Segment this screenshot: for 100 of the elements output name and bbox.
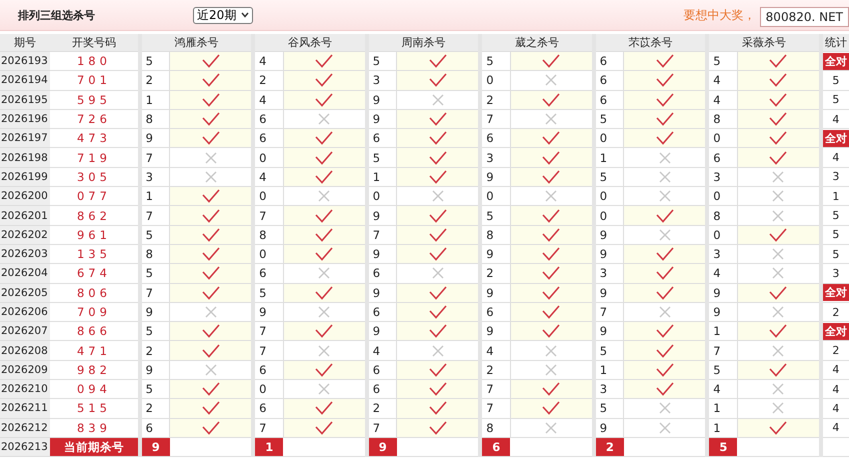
kill-number-cell: 1 (707, 322, 738, 341)
draw-number-cell: 595 (50, 90, 140, 110)
stat-value: 4 (831, 151, 840, 164)
period-cell: 2026201 (0, 206, 50, 226)
draw-number-cell: 094 (50, 380, 140, 399)
site-badge: 800820. NET (760, 7, 849, 27)
kill-number-cell: 6 (253, 360, 284, 380)
column-header: 开奖号码 (50, 34, 140, 52)
draw-number-cell: 709 (50, 302, 140, 322)
period-cell: 2026193 (0, 52, 50, 71)
period-cell: 2026194 (0, 70, 50, 90)
kill-number-cell: 9 (707, 302, 738, 322)
kill-number-cell: 2 (480, 360, 510, 380)
slogan-text: 要想中大奖， (684, 6, 756, 24)
period-cell: 2026196 (0, 109, 50, 129)
stat-value: 2 (831, 344, 840, 358)
kill-number-cell: 7 (253, 206, 284, 226)
page-title: 排列三组选杀号 (18, 8, 96, 22)
kill-number-cell: 9 (480, 322, 510, 341)
period-cell: 2026211 (0, 398, 50, 418)
kill-number-cell: 6 (253, 398, 284, 418)
kill-number-cell: 4 (707, 380, 738, 399)
column-header: 谷风杀号 (253, 34, 367, 52)
kill-number-cell: 9 (707, 283, 738, 302)
period-cell: 2026197 (0, 128, 50, 148)
kill-number-cell: 0 (253, 380, 284, 399)
kill-number-cell: 9 (480, 283, 510, 302)
draw-number-cell: 674 (50, 264, 140, 284)
kill-number-cell: 8 (480, 418, 510, 438)
draw-number-cell: 305 (50, 167, 140, 187)
kill-number-cell: 0 (253, 186, 284, 206)
column-header: 采薇杀号 (707, 34, 821, 52)
draw-number-cell: 726 (50, 109, 140, 129)
draw-number-cell: 866 (50, 322, 140, 341)
stat-value: 5 (831, 209, 840, 222)
stat-value: 4 (831, 421, 840, 434)
stat-value: 5 (831, 93, 840, 106)
period-cell: 2026207 (0, 322, 50, 341)
kill-number-cell: 7 (253, 418, 284, 438)
period-cell: 2026198 (0, 148, 50, 168)
kill-number-cell: 4 (253, 52, 284, 71)
kill-number-cell: 4 (480, 340, 510, 360)
stat-value: 4 (831, 402, 840, 415)
kill-number-cell: 0 (253, 244, 284, 264)
period-cell: 2026203 (0, 244, 50, 264)
range-select[interactable]: 近20期 (193, 6, 253, 24)
kill-number-cell: 4 (707, 90, 738, 110)
period-cell: 2026206 (0, 302, 50, 322)
period-cell: 2026213 (0, 437, 50, 457)
stat-value: 1 (831, 190, 840, 203)
kill-number-cell: 9 (253, 302, 284, 322)
kill-number-cell: 6 (707, 148, 738, 168)
stat-value: 5 (831, 228, 840, 242)
kill-number-cell: 7 (480, 398, 510, 418)
period-cell: 2026200 (0, 186, 50, 206)
stat-value: 4 (831, 112, 840, 126)
kill-number-cell: 8 (707, 109, 738, 129)
period-cell: 2026210 (0, 380, 50, 399)
stat-value: 5 (831, 248, 840, 261)
stat-value: 全对 (822, 322, 849, 340)
period-cell: 2026208 (0, 340, 50, 360)
stat-value: 3 (831, 170, 840, 184)
draw-number-cell: 471 (50, 340, 140, 360)
kill-number-cell: 1 (707, 398, 738, 418)
draw-number-cell: 701 (50, 70, 140, 90)
kill-number-cell: 9 (480, 244, 510, 264)
kill-number-cell: 0 (707, 186, 738, 206)
period-cell: 2026209 (0, 360, 50, 380)
period-cell: 2026202 (0, 225, 50, 244)
stat-value: 3 (831, 266, 840, 280)
kill-number-cell: 2 (253, 70, 284, 90)
period-cell: 2026204 (0, 264, 50, 284)
column-header: 周南杀号 (366, 34, 480, 52)
kill-number-cell: 4 (707, 70, 738, 90)
caret-icon (241, 12, 249, 18)
kill-number-cell: 5 (480, 206, 510, 226)
kill-number-cell: 3 (707, 167, 738, 187)
draw-number-cell: 961 (50, 225, 140, 244)
kill-number-cell: 8 (253, 225, 284, 244)
kill-number-cell: 5 (707, 360, 738, 380)
kill-number-cell: 6 (253, 109, 284, 129)
column-header: 芣苡杀号 (594, 34, 708, 52)
stat-value: 全对 (822, 52, 849, 70)
period-cell: 2026205 (0, 283, 50, 302)
stat-value: 2 (831, 306, 840, 318)
draw-number-cell: 862 (50, 206, 140, 226)
stat-value: 全对 (822, 130, 849, 147)
kill-number-cell: 8 (707, 206, 738, 226)
kill-number-cell: 9 (480, 167, 510, 187)
kill-number-cell: 6 (253, 264, 284, 284)
kill-number-cell: 4 (253, 167, 284, 187)
kill-number-cell: 0 (480, 186, 510, 206)
kill-number-cell: 8 (480, 225, 510, 244)
stat-value: 全对 (822, 284, 849, 302)
kill-number-cell: 0 (480, 70, 510, 90)
kill-number-cell: 0 (707, 225, 738, 244)
draw-number-cell: 515 (50, 398, 140, 418)
draw-number-cell: 135 (50, 244, 140, 264)
draw-number-cell: 077 (50, 186, 140, 206)
column-header: 葳之杀号 (480, 34, 594, 52)
